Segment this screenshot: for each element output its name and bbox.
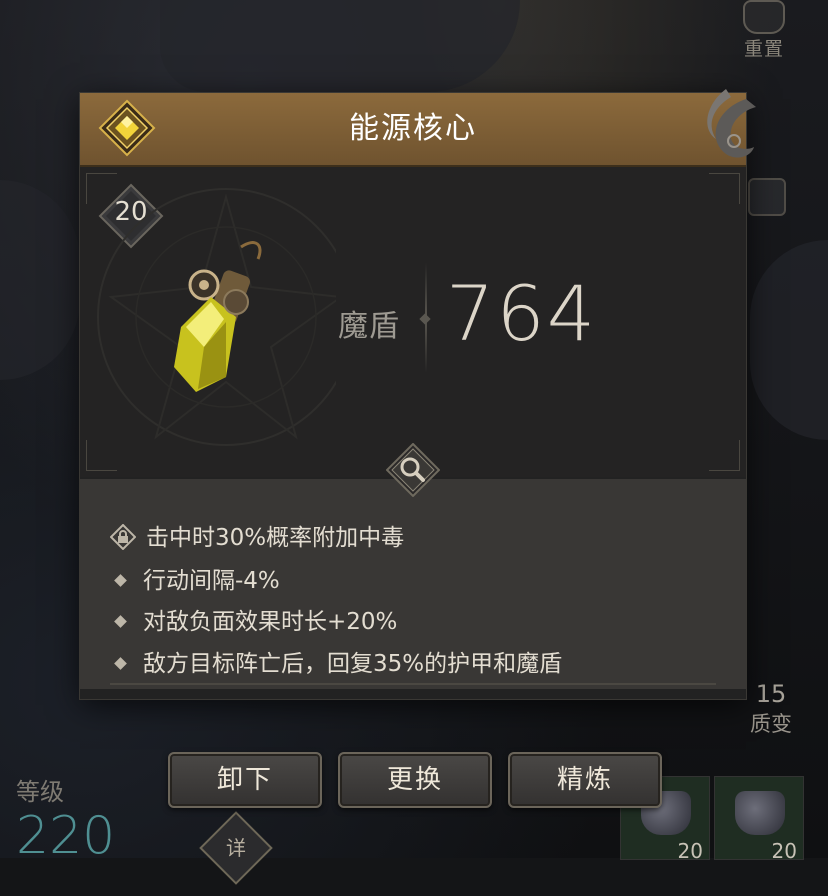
panel-header: 能源核心 xyxy=(80,89,756,167)
attribute-row: 击中时30%概率附加中毒 xyxy=(110,518,404,553)
diamond-bullet-icon xyxy=(114,656,127,670)
frame-corner xyxy=(709,173,740,204)
attribute-text: 行动间隔-4% xyxy=(143,568,280,594)
mutation-value: 15 xyxy=(755,680,787,708)
lock-icon xyxy=(110,524,136,550)
item-name: 能源核心 xyxy=(349,111,477,146)
armor-item-icon xyxy=(735,791,785,835)
reset-button[interactable]: 重置 xyxy=(728,0,800,60)
reset-label: 重置 xyxy=(743,38,784,60)
replace-button[interactable]: 更换 xyxy=(338,752,492,808)
bg-hero-silhouette xyxy=(160,0,520,92)
helmet-reset-icon xyxy=(743,0,785,34)
equipment-slot[interactable]: 20 xyxy=(714,776,804,863)
refine-button[interactable]: 精炼 xyxy=(508,752,662,808)
unequip-button[interactable]: 卸下 xyxy=(168,752,322,808)
hero-level-value: 220 xyxy=(16,806,116,866)
mutation-badge[interactable]: 15 质变 xyxy=(736,680,806,738)
diamond-bullet-icon xyxy=(114,614,127,628)
mutation-label: 质变 xyxy=(750,712,792,736)
attribute-row: 对敌负面效果时长+20% xyxy=(110,602,397,636)
bg-right-wing xyxy=(750,240,828,440)
slot-count: 20 xyxy=(677,839,703,863)
attribute-row: 敌方目标阵亡后，回复35%的护甲和魔盾 xyxy=(110,644,562,678)
ornament-flourish-icon xyxy=(707,89,756,158)
stat-label: 魔盾 xyxy=(338,309,400,344)
attribute-text: 对敌负面效果时长+20% xyxy=(143,609,398,635)
attribute-text: 击中时30%概率附加中毒 xyxy=(146,525,405,551)
frame-corner xyxy=(709,440,740,471)
panel-bottom-divider xyxy=(110,683,716,685)
slot-count: 20 xyxy=(771,839,797,863)
hero-level-label: 等级 xyxy=(16,778,64,806)
detail-label: 详 xyxy=(226,836,246,860)
armor-slot-icon[interactable] xyxy=(748,178,786,216)
magnifier-icon[interactable] xyxy=(386,443,440,497)
bg-left-wing xyxy=(0,180,80,380)
diamond-bullet-icon xyxy=(114,573,127,587)
attribute-row: 行动间隔-4% xyxy=(110,561,280,595)
stat-value: 764 xyxy=(446,269,598,358)
energy-core-item-icon xyxy=(97,188,336,446)
attribute-text: 敌方目标阵亡后，回复35%的护甲和魔盾 xyxy=(143,651,563,677)
item-detail-panel: 能源核心 20 魔盾 764 击中时30%概率附加中毒 行动间隔-4% 对敌负面… xyxy=(80,89,756,699)
